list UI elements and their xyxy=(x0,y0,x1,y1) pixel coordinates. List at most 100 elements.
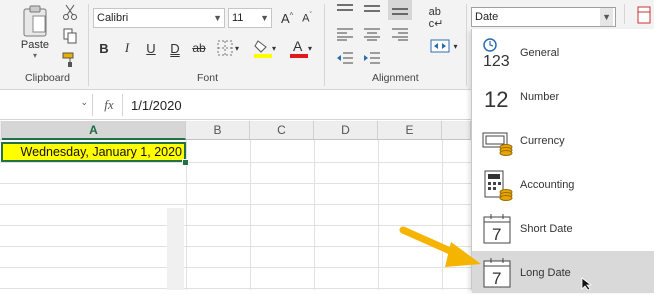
align-top-icon xyxy=(337,4,353,11)
format-item-number[interactable]: 12 Number xyxy=(472,75,654,119)
font-name-value: Calibri xyxy=(97,12,129,24)
active-cell-a1[interactable]: Wednesday, January 1, 2020 xyxy=(1,142,186,162)
divider xyxy=(624,4,625,24)
font-name-combo[interactable]: Calibri ▼ xyxy=(93,8,225,28)
vertical-scrollbar[interactable] xyxy=(167,208,184,290)
format-item-label: Accounting xyxy=(520,179,575,191)
column-gridline xyxy=(250,140,251,290)
align-right-icon xyxy=(392,28,408,41)
double-underline-button[interactable]: D xyxy=(167,38,183,58)
increase-font-button[interactable]: A^ xyxy=(278,8,296,28)
cell-value: Wednesday, January 1, 2020 xyxy=(20,145,182,159)
merge-center-button[interactable]: ▾ xyxy=(424,36,464,56)
fill-handle[interactable] xyxy=(182,159,189,166)
column-gridline xyxy=(378,140,379,290)
borders-button[interactable]: ▾ xyxy=(213,38,243,58)
calendar-icon: 7 xyxy=(482,257,514,289)
font-size-combo[interactable]: 11 ▼ xyxy=(228,8,272,28)
calendar-icon-text: 7 xyxy=(492,225,501,244)
row-gridline xyxy=(0,288,471,289)
format-painter-button[interactable] xyxy=(60,50,80,70)
align-top-button[interactable] xyxy=(335,0,355,18)
paintbrush-icon xyxy=(62,52,74,67)
chevron-down-icon: ▾ xyxy=(271,43,276,53)
format-item-accounting[interactable]: Accounting xyxy=(472,163,654,207)
column-header-d[interactable]: D xyxy=(314,121,378,140)
mouse-pointer-icon xyxy=(581,277,593,290)
align-left-button[interactable] xyxy=(335,24,355,44)
format-item-currency[interactable]: Currency xyxy=(472,119,654,163)
format-item-label: Short Date xyxy=(520,223,573,235)
wrap-text-button[interactable]: ab c↵ xyxy=(426,6,446,30)
cut-button[interactable] xyxy=(60,2,80,22)
conditional-format-button[interactable] xyxy=(636,4,652,26)
divider xyxy=(88,4,89,86)
paste-button[interactable]: Paste ▾ xyxy=(18,2,52,62)
align-center-icon xyxy=(364,28,380,41)
clipboard-paste-icon xyxy=(23,5,47,36)
align-middle-button[interactable] xyxy=(362,0,382,18)
currency-icon xyxy=(482,125,514,157)
format-item-long-date[interactable]: 7 Long Date xyxy=(472,251,654,293)
formula-bar: ⌄ fx 1/1/2020 xyxy=(0,92,471,120)
format-item-label: Number xyxy=(520,91,560,103)
font-shrink-icon: Aˇ xyxy=(302,11,312,25)
font-group-label: Font xyxy=(197,72,219,84)
chevron-down-icon: ▾ xyxy=(307,43,312,53)
column-header-f[interactable] xyxy=(442,121,471,140)
align-middle-icon xyxy=(364,5,380,12)
row-gridline xyxy=(0,162,471,163)
formula-input[interactable]: 1/1/2020 xyxy=(131,98,182,113)
format-item-general[interactable]: 123 General xyxy=(472,31,654,75)
format-item-label: General xyxy=(520,47,560,59)
wrap-text-icon: ab c↵ xyxy=(428,6,444,30)
format-item-short-date[interactable]: 7 Short Date xyxy=(472,207,654,251)
calendar-icon: 7 xyxy=(482,213,514,245)
format-item-label: Currency xyxy=(520,135,565,147)
font-color-icon: A xyxy=(289,38,308,58)
paste-dropdown-icon: ▾ xyxy=(32,50,37,60)
insert-function-button[interactable]: fx xyxy=(96,94,123,116)
font-color-button[interactable]: A ▾ xyxy=(286,36,316,60)
align-bottom-button[interactable] xyxy=(388,0,412,20)
number-12-icon: 12 xyxy=(482,81,514,113)
underline-button[interactable]: U xyxy=(143,38,159,58)
paint-bucket-icon xyxy=(253,40,272,58)
general-icon-text: 123 xyxy=(483,53,510,69)
chevron-down-icon: ▾ xyxy=(234,43,239,53)
alignment-group-label: Alignment xyxy=(372,72,419,84)
copy-icon xyxy=(63,28,77,44)
chevron-down-icon: ▾ xyxy=(453,41,458,51)
align-center-button[interactable] xyxy=(362,24,382,44)
align-bottom-icon xyxy=(392,8,408,15)
divider xyxy=(466,4,467,86)
accounting-icon xyxy=(482,169,514,201)
number-format-combo[interactable]: Date ▼ xyxy=(471,7,616,27)
number-format-value: Date xyxy=(475,11,499,23)
format-item-label: Long Date xyxy=(520,267,571,279)
align-right-button[interactable] xyxy=(390,24,410,44)
column-header-c[interactable]: C xyxy=(250,121,314,140)
name-box[interactable]: ⌄ xyxy=(0,94,93,116)
italic-button[interactable]: I xyxy=(119,38,135,58)
column-header-b[interactable]: B xyxy=(186,121,250,140)
outdent-icon xyxy=(337,52,353,64)
copy-button[interactable] xyxy=(60,26,80,46)
calendar-icon-text: 7 xyxy=(492,269,501,288)
bold-button[interactable]: B xyxy=(96,38,112,58)
column-header-e[interactable]: E xyxy=(378,121,442,140)
row-gridline xyxy=(0,183,471,184)
strikethrough-button[interactable]: ab xyxy=(190,38,208,58)
scissors-icon xyxy=(63,4,77,20)
divider xyxy=(324,4,325,86)
font-size-value: 11 xyxy=(232,12,244,24)
svg-text:A: A xyxy=(293,38,303,54)
borders-icon xyxy=(217,40,233,56)
column-header-a[interactable]: A xyxy=(2,121,186,140)
chevron-down-icon: ▼ xyxy=(213,13,222,23)
decrease-font-button[interactable]: Aˇ xyxy=(298,8,316,28)
fx-icon: fx xyxy=(104,97,114,112)
increase-indent-button[interactable] xyxy=(362,48,382,68)
decrease-indent-button[interactable] xyxy=(335,48,355,68)
fill-color-button[interactable]: ▾ xyxy=(251,36,279,60)
